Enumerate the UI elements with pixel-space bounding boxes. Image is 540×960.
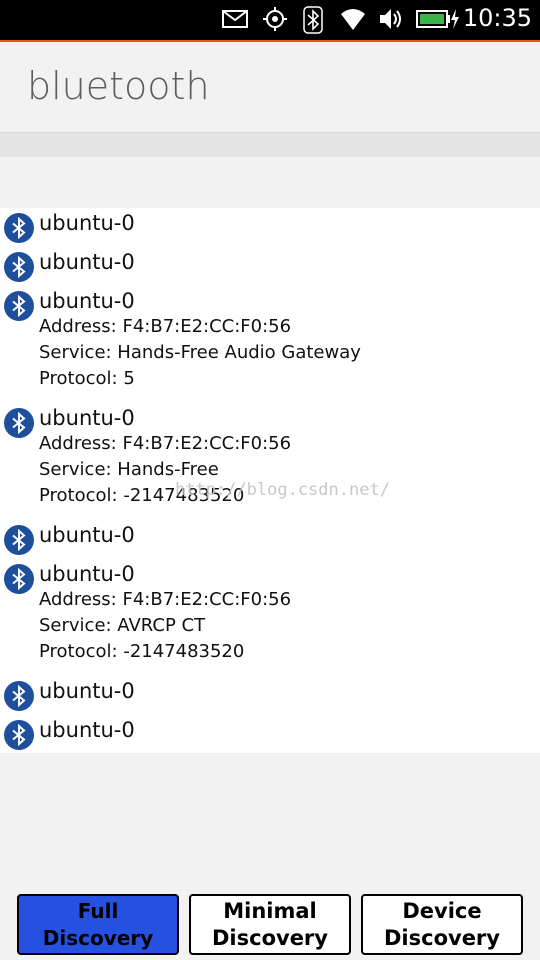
battery-icon [416, 6, 460, 36]
list-item[interactable]: ubuntu-0 [0, 520, 540, 559]
list-item[interactable]: ubuntu-0 [0, 715, 540, 754]
device-name: ubuntu-0 [39, 679, 135, 703]
bluetooth-icon [4, 564, 34, 594]
status-bar: 10:35 [0, 0, 540, 40]
device-protocol: Protocol: 5 [39, 368, 135, 389]
device-name: ubuntu-0 [39, 718, 135, 742]
bluetooth-icon [4, 291, 34, 321]
device-discovery-button[interactable]: Device Discovery [361, 894, 523, 955]
page-title: bluetooth [27, 64, 210, 108]
location-icon [262, 6, 288, 36]
bluetooth-icon [4, 408, 34, 438]
device-service: Service: Hands-Free Audio Gateway [39, 342, 361, 363]
volume-icon [378, 6, 404, 36]
device-name: ubuntu-0 [39, 250, 135, 274]
device-address: Address: F4:B7:E2:CC:F0:56 [39, 433, 292, 454]
device-name: ubuntu-0 [39, 211, 135, 235]
device-name: ubuntu-0 [39, 289, 135, 313]
bluetooth-icon [303, 6, 323, 38]
device-name: ubuntu-0 [39, 406, 135, 430]
page-header: bluetooth [0, 42, 540, 132]
list-item[interactable]: ubuntu-0 Address: F4:B7:E2:CC:F0:56 Serv… [0, 403, 540, 520]
mail-icon [222, 6, 248, 36]
device-protocol: Protocol: -2147483520 [39, 641, 245, 662]
device-service: Service: AVRCP CT [39, 615, 206, 636]
full-discovery-label: Full Discovery [42, 898, 154, 950]
device-discovery-label: Device Discovery [384, 898, 500, 950]
list-item[interactable]: ubuntu-0 Address: F4:B7:E2:CC:F0:56 Serv… [0, 286, 540, 403]
clock: 10:35 [462, 4, 532, 32]
list-item[interactable]: ubuntu-0 [0, 676, 540, 715]
bluetooth-icon [4, 525, 34, 555]
bluetooth-icon [4, 252, 34, 282]
list-item[interactable]: ubuntu-0 [0, 247, 540, 286]
bluetooth-icon [4, 720, 34, 750]
header-divider [0, 132, 540, 157]
minimal-discovery-button[interactable]: Minimal Discovery [189, 894, 351, 955]
bluetooth-icon [4, 213, 34, 243]
device-name: ubuntu-0 [39, 562, 135, 586]
minimal-discovery-label: Minimal Discovery [212, 898, 328, 950]
full-discovery-button[interactable]: Full Discovery [17, 894, 179, 955]
bluetooth-icon [4, 681, 34, 711]
list-item[interactable]: ubuntu-0 Address: F4:B7:E2:CC:F0:56 Serv… [0, 559, 540, 676]
device-address: Address: F4:B7:E2:CC:F0:56 [39, 589, 292, 610]
device-address: Address: F4:B7:E2:CC:F0:56 [39, 316, 292, 337]
wifi-icon [339, 6, 367, 36]
watermark: http://blog.csdn.net/ [175, 480, 390, 500]
device-name: ubuntu-0 [39, 523, 135, 547]
list-item[interactable]: ubuntu-0 [0, 208, 540, 247]
